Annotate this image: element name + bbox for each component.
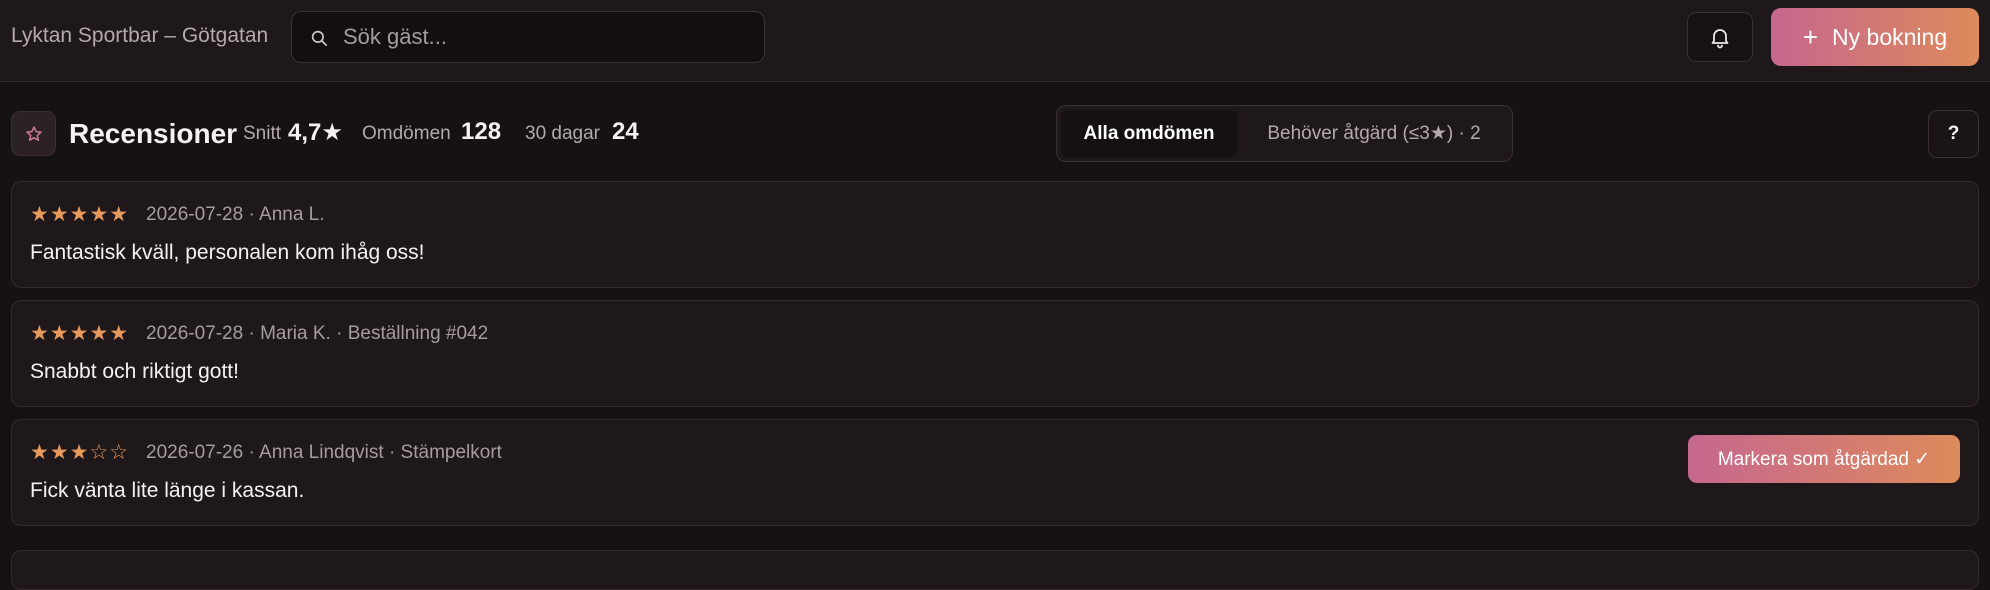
review-meta: 2026-07-28 · Maria K. · Beställning #042: [146, 323, 489, 344]
new-booking-button[interactable]: + Ny bokning: [1771, 8, 1979, 66]
review-card: ★★★★★ 2026-07-28 · Maria K. · Beställnin…: [11, 300, 1979, 407]
review-stars: ★★★★★: [30, 322, 130, 345]
bell-icon: [1711, 29, 1729, 49]
notifications-button[interactable]: [1687, 12, 1753, 62]
star-outline-icon: [25, 125, 42, 141]
mark-resolved-button[interactable]: Markera som åtgärdad ✓: [1688, 435, 1960, 483]
reviews-star-badge: [11, 111, 56, 156]
venue-name: Lyktan Sportbar – Götgatan: [11, 24, 269, 47]
review-stars: ★★★★★: [30, 203, 130, 226]
avg-rating-label: Snitt: [243, 123, 282, 144]
help-button[interactable]: ?: [1928, 110, 1979, 158]
review-stars: ★★★☆☆: [30, 441, 130, 464]
days-value: 24: [612, 118, 639, 145]
review-text: Fantastisk kväll, personalen kom ihåg os…: [30, 241, 425, 264]
tab-all-reviews[interactable]: Alla omdömen: [1061, 110, 1237, 157]
review-meta: 2026-07-28 · Anna L.: [146, 204, 325, 225]
top-bar: Lyktan Sportbar – Götgatan + Ny bokning: [0, 0, 1990, 82]
review-text: Snabbt och riktigt gott!: [30, 360, 239, 383]
search-icon: [311, 30, 327, 46]
page-title: Recensioner: [69, 118, 238, 149]
review-count-value: 128: [461, 118, 502, 145]
days-label: 30 dagar: [525, 123, 601, 144]
review-card: [11, 550, 1979, 590]
review-card: ★★★★★ 2026-07-28 · Anna L. Fantastisk kv…: [11, 181, 1979, 288]
review-count-label: Omdömen: [362, 123, 451, 144]
review-card: ★★★☆☆ 2026-07-26 · Anna Lindqvist · Stäm…: [11, 419, 1979, 526]
tab-needs-action[interactable]: Behöver åtgärd (≤3★) · 2: [1243, 110, 1505, 157]
avg-rating-value: 4,7★: [288, 119, 343, 146]
review-meta: 2026-07-26 · Anna Lindqvist · Stämpelkor…: [146, 442, 502, 463]
plus-icon: +: [1802, 22, 1819, 52]
search-input[interactable]: [343, 12, 753, 62]
search-box[interactable]: [291, 11, 765, 63]
review-text: Fick vänta lite länge i kassan.: [30, 479, 305, 502]
review-filter-tabs: Alla omdömen Behöver åtgärd (≤3★) · 2: [1056, 105, 1513, 162]
new-booking-label: Ny bokning: [1832, 23, 1948, 50]
